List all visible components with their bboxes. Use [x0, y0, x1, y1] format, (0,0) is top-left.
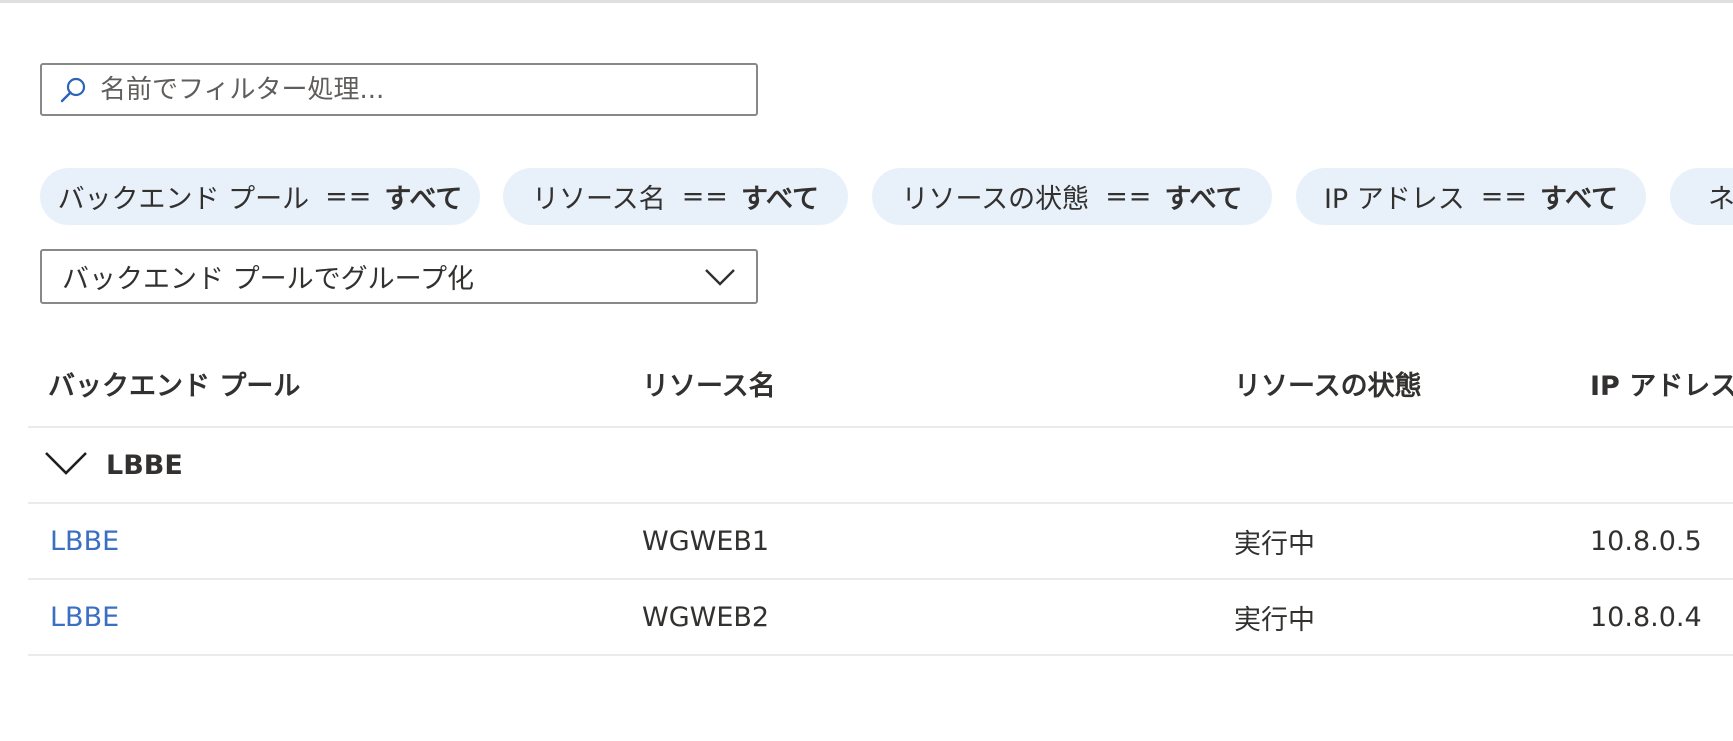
filter-pill-resource-name[interactable]: リソース名 == すべて — [503, 168, 848, 225]
filter-field: リソースの状態 — [901, 184, 1090, 215]
page: バックエンド プール == すべて リソース名 == すべて リソースの状態 =… — [0, 0, 1733, 741]
ip-address-cell: 10.8.0.4 — [1590, 601, 1702, 633]
chevron-down-icon — [44, 450, 88, 480]
search-box[interactable] — [40, 63, 758, 116]
filter-value: すべて — [1164, 184, 1243, 215]
column-header-resource-state[interactable]: リソースの状態 — [1234, 340, 1422, 426]
resource-state-cell: 実行中 — [1234, 604, 1315, 636]
top-divider — [0, 0, 1733, 3]
column-header-resource-name[interactable]: リソース名 — [642, 340, 776, 426]
group-by-dropdown[interactable]: バックエンド プールでグループ化 — [40, 249, 758, 304]
group-name: LBBE — [106, 449, 183, 481]
column-header-backend-pool[interactable]: バックエンド プール — [48, 340, 300, 426]
group-by-selected: バックエンド プールでグループ化 — [62, 264, 474, 295]
column-header-ip-address[interactable]: IP アドレス — [1590, 340, 1733, 426]
filter-field: バックエンド プール — [57, 184, 310, 215]
search-icon — [56, 73, 90, 107]
filter-value: すべて — [740, 184, 819, 215]
chevron-down-icon — [702, 259, 738, 295]
backend-pool-link[interactable]: LBBE — [50, 602, 119, 633]
table-row: LBBE WGWEB1 実行中 10.8.0.5 — [28, 504, 1733, 580]
filter-pill-ip-address[interactable]: IP アドレス == すべて — [1296, 168, 1646, 225]
group-collapse-toggle[interactable] — [44, 428, 88, 502]
ip-address-cell: 10.8.0.5 — [1590, 525, 1702, 557]
filter-value: すべて — [1540, 184, 1619, 215]
search-input[interactable] — [100, 74, 720, 105]
filter-value: すべて — [384, 184, 463, 215]
filter-operator: == — [325, 181, 373, 212]
resource-name-cell: WGWEB1 — [642, 525, 770, 557]
resource-name-cell: WGWEB2 — [642, 601, 770, 633]
filter-pill-resource-state[interactable]: リソースの状態 == すべて — [872, 168, 1272, 225]
filter-pills: バックエンド プール == すべて リソース名 == すべて リソースの状態 =… — [40, 168, 1733, 225]
filter-field: IP アドレス — [1323, 184, 1465, 215]
filter-field: ネ — [1708, 184, 1733, 215]
backend-pool-link[interactable]: LBBE — [50, 526, 119, 557]
filter-operator: == — [1480, 181, 1529, 212]
filter-field: リソース名 — [532, 184, 666, 215]
filter-operator: == — [1105, 181, 1153, 212]
resource-state-cell: 実行中 — [1234, 528, 1315, 560]
filter-pill-truncated[interactable]: ネ — [1670, 168, 1733, 225]
resources-table: バックエンド プール リソース名 リソースの状態 IP アドレス LBBE LB… — [28, 340, 1733, 656]
filter-pill-backend-pool[interactable]: バックエンド プール == すべて — [40, 168, 480, 225]
table-header-row: バックエンド プール リソース名 リソースの状態 IP アドレス — [28, 340, 1733, 428]
table-row: LBBE WGWEB2 実行中 10.8.0.4 — [28, 580, 1733, 656]
filter-operator: == — [681, 181, 729, 212]
group-row: LBBE — [28, 428, 1733, 504]
